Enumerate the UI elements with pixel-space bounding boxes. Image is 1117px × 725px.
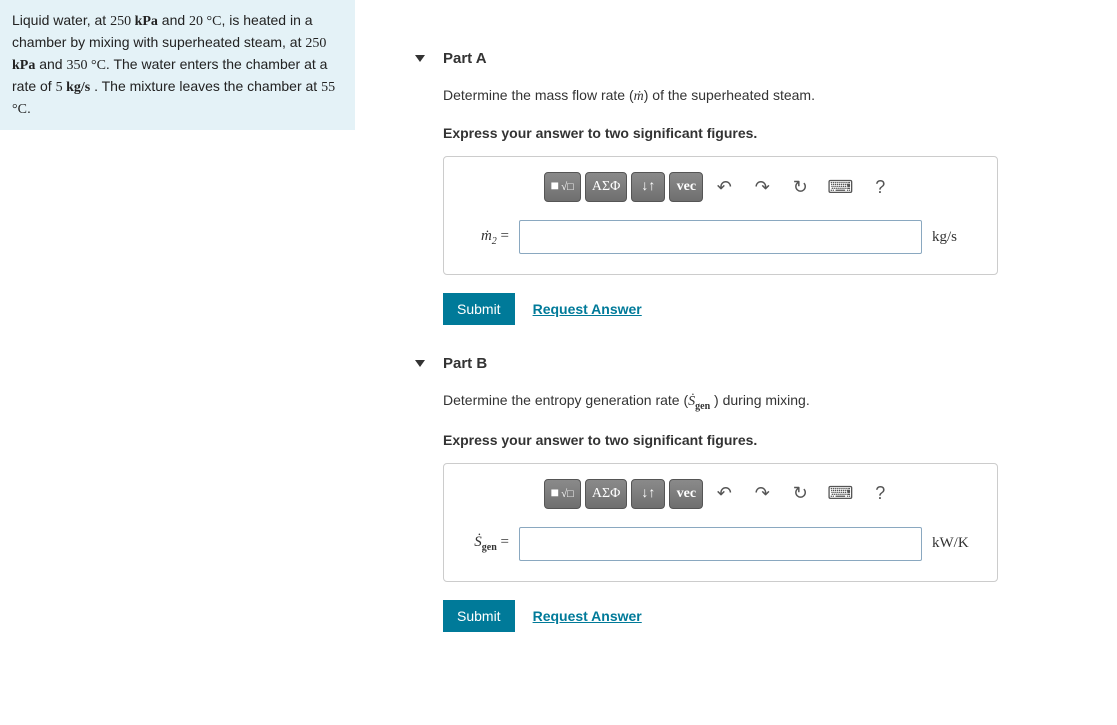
- prompt: Determine the mass flow rate (ṁ) of the …: [443, 87, 1067, 105]
- redo-button[interactable]: ↷: [745, 172, 779, 202]
- value: 55: [321, 80, 335, 95]
- variable-label: ṁ2 =: [464, 228, 509, 247]
- problem-statement: Liquid water, at 250 kPa and 20 °C, is h…: [0, 0, 355, 130]
- equation-toolbar: ■√□ ΑΣΦ ↓↑ vec ↶ ↷ ↻ ⌨ ?: [464, 172, 977, 202]
- subscript: gen: [695, 401, 710, 412]
- part-b-body: Determine the entropy generation rate ( Ṡ…: [443, 392, 1067, 632]
- unit: kPa: [135, 14, 158, 29]
- answer-input[interactable]: [519, 527, 922, 561]
- caret-down-icon: [415, 55, 425, 62]
- submit-button[interactable]: Submit: [443, 293, 515, 325]
- answer-input[interactable]: [519, 220, 922, 254]
- text: Determine the entropy generation rate (: [443, 392, 688, 408]
- text: ) of the superheated steam.: [644, 87, 815, 103]
- variable-label: Ṡgen =: [464, 534, 509, 553]
- help-button[interactable]: ?: [863, 172, 897, 202]
- value: 350: [66, 58, 91, 73]
- unit: kPa: [12, 58, 35, 73]
- submit-button[interactable]: Submit: [443, 600, 515, 632]
- keyboard-button[interactable]: ⌨: [821, 479, 859, 509]
- text: Determine the mass flow rate (: [443, 87, 634, 103]
- text: . The mixture leaves the chamber at: [90, 78, 321, 94]
- value: 5: [56, 80, 67, 95]
- input-row: ṁ2 = kg/s: [464, 220, 977, 254]
- subscript-button[interactable]: ↓↑: [631, 479, 665, 509]
- actions: Submit Request Answer: [443, 600, 1067, 632]
- prompt: Determine the entropy generation rate (Ṡ…: [443, 392, 1067, 412]
- unit-label: kW/K: [932, 535, 977, 552]
- reset-button[interactable]: ↻: [783, 172, 817, 202]
- part-a-header[interactable]: Part A: [415, 50, 1067, 67]
- text: ) during mixing.: [710, 392, 810, 408]
- keyboard-button[interactable]: ⌨: [821, 172, 859, 202]
- request-answer-link[interactable]: Request Answer: [533, 608, 642, 624]
- main-content: Part A Determine the mass flow rate (ṁ) …: [355, 0, 1117, 662]
- unit: °C: [91, 58, 106, 73]
- templates-button[interactable]: ■√□: [544, 172, 581, 202]
- templates-button[interactable]: ■√□: [544, 479, 581, 509]
- greek-button[interactable]: ΑΣΦ: [585, 172, 628, 202]
- greek-button[interactable]: ΑΣΦ: [585, 479, 628, 509]
- redo-button[interactable]: ↷: [745, 479, 779, 509]
- vector-button[interactable]: vec: [669, 479, 703, 509]
- instruction: Express your answer to two significant f…: [443, 432, 1067, 448]
- caret-down-icon: [415, 360, 425, 367]
- text: and: [35, 56, 66, 72]
- unit: °C: [207, 14, 222, 29]
- variable: ṁ: [634, 89, 644, 104]
- answer-box: ■√□ ΑΣΦ ↓↑ vec ↶ ↷ ↻ ⌨ ? Ṡgen = kW/K: [443, 463, 998, 582]
- value: 250: [305, 36, 326, 51]
- vector-button[interactable]: vec: [669, 172, 703, 202]
- text: Liquid water, at: [12, 12, 110, 28]
- actions: Submit Request Answer: [443, 293, 1067, 325]
- unit-label: kg/s: [932, 229, 977, 246]
- request-answer-link[interactable]: Request Answer: [533, 301, 642, 317]
- part-a-body: Determine the mass flow rate (ṁ) of the …: [443, 87, 1067, 325]
- value: 20: [189, 14, 207, 29]
- help-button[interactable]: ?: [863, 479, 897, 509]
- part-title: Part B: [443, 355, 487, 372]
- equation-toolbar: ■√□ ΑΣΦ ↓↑ vec ↶ ↷ ↻ ⌨ ?: [464, 479, 977, 509]
- unit: kg/s: [66, 80, 90, 95]
- reset-button[interactable]: ↻: [783, 479, 817, 509]
- value: 250: [110, 14, 135, 29]
- undo-button[interactable]: ↶: [707, 479, 741, 509]
- part-b-header[interactable]: Part B: [415, 355, 1067, 372]
- input-row: Ṡgen = kW/K: [464, 527, 977, 561]
- answer-box: ■√□ ΑΣΦ ↓↑ vec ↶ ↷ ↻ ⌨ ? ṁ2 = kg/s: [443, 156, 998, 275]
- unit: °C: [12, 102, 27, 117]
- instruction: Express your answer to two significant f…: [443, 125, 1067, 141]
- text: .: [27, 100, 31, 116]
- part-title: Part A: [443, 50, 487, 67]
- text: and: [158, 12, 189, 28]
- undo-button[interactable]: ↶: [707, 172, 741, 202]
- subscript-button[interactable]: ↓↑: [631, 172, 665, 202]
